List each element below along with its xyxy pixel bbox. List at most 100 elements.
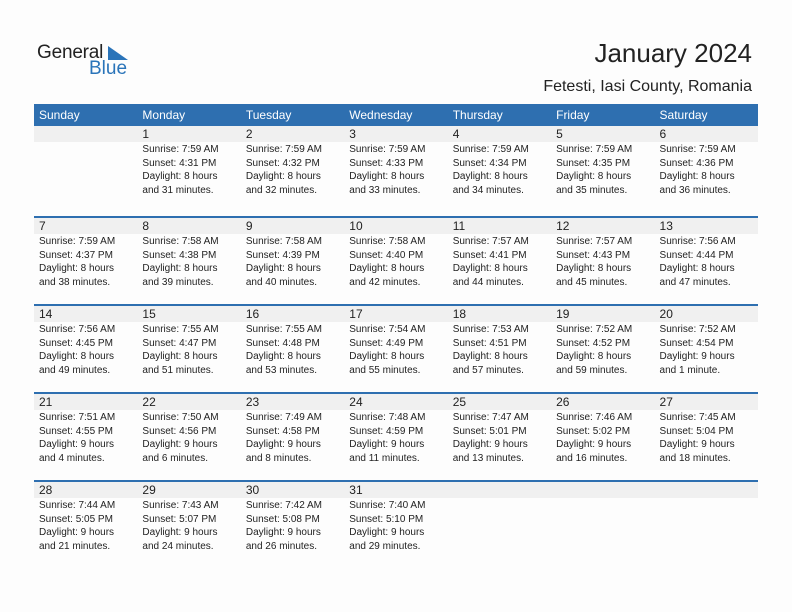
daylight-minutes-text: and 33 minutes.	[349, 184, 421, 196]
day-number: 31	[349, 483, 363, 497]
daylight-minutes-text: and 21 minutes.	[39, 540, 111, 552]
day-info: Sunrise: 7:43 AM Sunset: 5:07 PM Daylight:…	[142, 499, 240, 553]
day-number: 25	[452, 395, 467, 409]
day-number: 1	[142, 127, 150, 141]
day-info: Sunrise: 7:54 AM Sunset: 4:49 PM Daylight:…	[349, 323, 447, 377]
sunrise-text: Sunrise: 7:59 AM	[659, 144, 736, 155]
sunrise-text: Sunrise: 7:58 AM	[349, 236, 426, 247]
day-number: 9	[245, 219, 253, 233]
sunrise-text: Sunrise: 7:58 AM	[245, 236, 322, 247]
sunrise-text: Sunrise: 7:58 AM	[142, 236, 219, 247]
sunset-text: Sunset: 4:40 PM	[349, 249, 424, 261]
daylight-text: Daylight: 8 hours	[245, 263, 321, 274]
sunrise-text: Sunrise: 7:42 AM	[245, 500, 322, 511]
daylight-text: Daylight: 9 hours	[142, 439, 218, 450]
day-cell: 28 Sunrise: 7:44 AM Sunset: 5:05 PM Dayligh…	[34, 482, 137, 553]
sunset-text: Sunset: 4:51 PM	[452, 337, 527, 349]
sunrise-text: Sunrise: 7:52 AM	[556, 324, 633, 335]
page-title: January 2024	[594, 38, 752, 68]
daylight-minutes-text: and 4 minutes.	[39, 452, 105, 464]
sunrise-text: Sunrise: 7:59 AM	[39, 236, 116, 247]
daylight-text: Daylight: 9 hours	[659, 351, 735, 362]
daylight-minutes-text: and 13 minutes.	[452, 452, 524, 464]
weekday-monday: Monday	[142, 108, 186, 122]
day-cell: 20 Sunrise: 7:52 AM Sunset: 4:54 PM Dayligh…	[655, 306, 758, 377]
daylight-minutes-text: and 1 minute.	[659, 364, 721, 376]
daylight-minutes-text: and 40 minutes.	[245, 276, 318, 288]
weekday-saturday: Saturday	[659, 108, 708, 122]
day-number: 27	[659, 395, 673, 409]
week-row: 21 Sunrise: 7:51 AM Sunset: 4:55 PM Dayligh…	[34, 392, 758, 480]
day-cell: 2 Sunrise: 7:59 AM Sunset: 4:32 PM Daylight…	[241, 126, 344, 197]
day-info: Sunrise: 7:58 AM Sunset: 4:40 PM Daylight:…	[349, 235, 447, 289]
day-info: Sunrise: 7:51 AM Sunset: 4:55 PM Daylight:…	[39, 411, 137, 465]
empty-day-cell	[655, 482, 758, 553]
daylight-text: Daylight: 9 hours	[142, 527, 218, 538]
daylight-minutes-text: and 34 minutes.	[452, 184, 524, 196]
daylight-text: Daylight: 8 hours	[39, 351, 115, 362]
weekday-header: Sunday Monday Tuesday Wednesday Thursday Frid…	[34, 104, 758, 126]
day-info: Sunrise: 7:57 AM Sunset: 4:43 PM Daylight:…	[556, 235, 654, 289]
day-info: Sunrise: 7:42 AM Sunset: 5:08 PM Daylight:…	[246, 499, 344, 553]
daylight-minutes-text: and 49 minutes.	[39, 364, 111, 376]
day-info: Sunrise: 7:59 AM Sunset: 4:35 PM Daylight:…	[556, 143, 654, 197]
sunset-text: Sunset: 4:56 PM	[142, 425, 217, 437]
sunset-text: Sunset: 4:55 PM	[39, 425, 113, 437]
daylight-minutes-text: and 53 minutes.	[245, 364, 318, 376]
day-cell: 4 Sunrise: 7:59 AM Sunset: 4:34 PM Daylight…	[448, 126, 551, 197]
day-number: 30	[245, 483, 260, 497]
daylight-text: Daylight: 8 hours	[452, 263, 528, 274]
daylight-minutes-text: and 42 minutes.	[349, 276, 421, 288]
sunset-text: Sunset: 4:49 PM	[349, 337, 424, 349]
day-number: 5	[556, 127, 563, 141]
day-number: 24	[349, 395, 363, 409]
daylight-text: Daylight: 8 hours	[349, 263, 425, 274]
day-number: 13	[659, 219, 673, 233]
day-number: 22	[142, 395, 156, 409]
day-cell: 5 Sunrise: 7:59 AM Sunset: 4:35 PM Daylight…	[551, 126, 654, 197]
sunset-text: Sunset: 4:44 PM	[659, 249, 734, 261]
logo: General Blue	[37, 42, 137, 82]
weekday-tuesday: Tuesday	[245, 108, 292, 122]
sunset-text: Sunset: 5:04 PM	[659, 425, 734, 437]
daylight-minutes-text: and 8 minutes.	[245, 452, 312, 464]
daylight-minutes-text: and 44 minutes.	[452, 276, 524, 288]
daylight-minutes-text: and 26 minutes.	[245, 540, 318, 552]
sunset-text: Sunset: 5:05 PM	[39, 513, 113, 525]
day-number: 8	[142, 219, 150, 233]
day-number: 19	[556, 307, 570, 321]
day-number: 18	[452, 307, 467, 321]
sunrise-text: Sunrise: 7:53 AM	[452, 324, 529, 335]
week-row: 14 Sunrise: 7:56 AM Sunset: 4:45 PM Dayligh…	[34, 304, 758, 392]
day-cell: 18 Sunrise: 7:53 AM Sunset: 4:51 PM Dayligh…	[448, 306, 551, 377]
day-cell: 17 Sunrise: 7:54 AM Sunset: 4:49 PM Dayligh…	[344, 306, 447, 377]
daylight-text: Daylight: 8 hours	[659, 171, 735, 182]
day-cell: 27 Sunrise: 7:45 AM Sunset: 5:04 PM Dayligh…	[655, 394, 758, 465]
daylight-text: Daylight: 9 hours	[452, 439, 528, 450]
sunrise-text: Sunrise: 7:55 AM	[245, 324, 322, 335]
sunrise-text: Sunrise: 7:57 AM	[556, 236, 633, 247]
daylight-text: Daylight: 9 hours	[349, 527, 425, 538]
daylight-minutes-text: and 16 minutes.	[556, 452, 628, 464]
daylight-text: Daylight: 9 hours	[556, 439, 632, 450]
sunset-text: Sunset: 5:08 PM	[245, 513, 320, 525]
day-info: Sunrise: 7:47 AM Sunset: 5:01 PM Daylight:…	[453, 411, 551, 465]
day-number: 23	[245, 395, 260, 409]
daylight-minutes-text: and 6 minutes.	[142, 452, 209, 464]
day-info: Sunrise: 7:59 AM Sunset: 4:32 PM Daylight:…	[246, 143, 344, 197]
day-info: Sunrise: 7:58 AM Sunset: 4:38 PM Daylight:…	[142, 235, 240, 289]
day-number: 21	[39, 395, 53, 409]
daylight-minutes-text: and 59 minutes.	[556, 364, 628, 376]
daylight-text: Daylight: 8 hours	[245, 171, 321, 182]
empty-day-cell	[448, 482, 551, 553]
sunrise-text: Sunrise: 7:51 AM	[39, 412, 116, 423]
day-cell: 16 Sunrise: 7:55 AM Sunset: 4:48 PM Dayligh…	[241, 306, 344, 377]
day-info: Sunrise: 7:55 AM Sunset: 4:48 PM Daylight:…	[246, 323, 344, 377]
daylight-text: Daylight: 8 hours	[142, 351, 218, 362]
sunrise-text: Sunrise: 7:45 AM	[659, 412, 736, 423]
calendar-weeks: 1 Sunrise: 7:59 AM Sunset: 4:31 PM Daylight…	[34, 126, 758, 568]
day-cell: 1 Sunrise: 7:59 AM Sunset: 4:31 PM Daylight…	[137, 126, 240, 197]
day-cell: 24 Sunrise: 7:48 AM Sunset: 4:59 PM Dayligh…	[344, 394, 447, 465]
day-info: Sunrise: 7:58 AM Sunset: 4:39 PM Daylight:…	[246, 235, 344, 289]
daylight-text: Daylight: 9 hours	[39, 527, 115, 538]
